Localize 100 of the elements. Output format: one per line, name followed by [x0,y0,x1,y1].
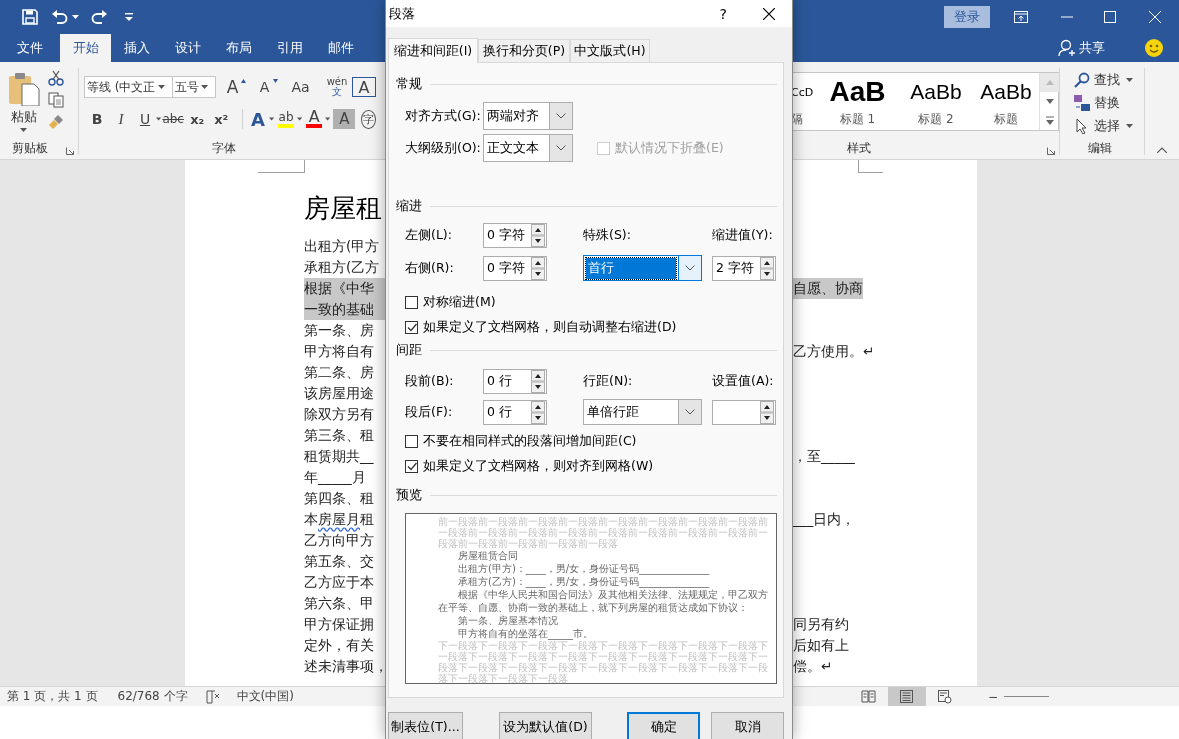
spin-field[interactable]: 0 字符 [483,255,547,281]
text-line: 乙方应于本 [304,573,375,592]
text-line: 后如有上 [793,636,849,655]
dialog-tab[interactable]: 中文版式(H) [570,39,650,62]
dialog-button[interactable]: 确定 [627,712,700,739]
dropdown-field[interactable]: 首行 [583,255,702,281]
highlight-button[interactable]: ab [277,108,296,130]
share-button[interactable]: 共享 [1079,39,1105,57]
person-add-icon[interactable] [1058,39,1076,57]
dialog-launcher-icon[interactable] [1047,147,1055,155]
dropdown-field[interactable]: 正文文本 [483,134,573,162]
close-icon[interactable] [763,7,775,20]
spin-buttons-icon[interactable] [531,400,545,424]
spin-field[interactable]: 0 字符 [483,223,547,248]
subscript-button[interactable]: x₂ [188,108,207,130]
character-border-button[interactable]: A [352,77,376,97]
caret-icon [325,117,331,121]
select-button[interactable]: 选择 [1074,117,1144,135]
ribbon-tab[interactable]: 设计 [162,34,213,62]
grow-font-button[interactable]: A [223,76,242,98]
view-button[interactable] [887,687,926,706]
collapse-ribbon-icon[interactable] [1157,147,1167,153]
shrink-font-button[interactable]: A [255,76,274,98]
ribbon-tab[interactable]: 邮件 [315,34,366,62]
chevron-down-icon [556,145,566,151]
ribbon-tab[interactable]: 开始 [60,34,111,62]
proofing-book-icon[interactable] [205,689,220,704]
undo-icon[interactable] [52,10,68,24]
chevron-down-icon [556,113,566,119]
checkbox[interactable] [405,320,418,334]
dialog-tab[interactable]: 换行和分页(P) [478,39,570,62]
crop-mark [258,160,305,173]
redo-icon[interactable] [91,10,107,24]
language-indicator[interactable]: 中文(中国) [236,688,294,705]
replace-button[interactable]: 替换 [1074,94,1144,112]
bold-button[interactable]: B [88,108,106,130]
spin-field[interactable]: 0 行 [483,399,547,425]
dialog-button[interactable]: 设为默认值(D) [499,712,592,739]
font-color-button[interactable]: A [305,108,324,130]
brush-icon[interactable] [48,114,64,130]
italic-button[interactable]: I [112,108,130,130]
caret-icon [72,15,79,19]
style-item[interactable]: AaBb 标题 [973,73,1039,130]
word-count[interactable]: 62/768 个字 [117,688,188,705]
checkbox[interactable] [405,459,418,473]
ribbon-display-icon[interactable] [1014,11,1028,23]
spin-field[interactable]: 0 行 [483,369,547,394]
preview-text: 甲方将自有的坐落在_____市。 [457,627,593,640]
font-name-field[interactable]: 等线 (中文正 [84,76,173,98]
section-heading: 缩进 [396,197,422,215]
text-line: 甲方保证拥 [304,615,375,634]
field-label: 右侧(R): [405,259,455,277]
help-button[interactable]: ? [719,5,727,22]
checkbox[interactable] [405,295,418,309]
underline-button[interactable]: U [136,108,154,130]
font-size-field[interactable]: 五号 [172,76,216,98]
spin-field[interactable]: 2 字符 [712,255,776,281]
field-label: 缩进值(Y): [712,227,774,244]
style-item[interactable]: AaBb 标题 2 [899,73,973,130]
save-icon[interactable] [22,9,38,25]
dropdown-field[interactable]: 单倍行距 [583,399,702,425]
scissors-icon[interactable] [48,70,64,86]
text-line: 第五条、交 [304,552,375,571]
spin-buttons-icon[interactable] [531,224,545,247]
spin-buttons-icon[interactable] [760,400,774,424]
maximize-icon[interactable] [1104,11,1116,23]
superscript-button[interactable]: x² [212,108,231,130]
dialog-button[interactable]: 制表位(T)... [388,712,463,739]
spin-buttons-icon[interactable] [531,256,545,280]
dialog-button[interactable]: 取消 [711,712,784,739]
text-effects-button[interactable]: A [248,108,267,130]
ribbon-tab[interactable]: 插入 [111,34,162,62]
phonetic-guide-button[interactable]: wén 文 [328,76,346,98]
dialog-tab[interactable]: 缩进和间距(I) [388,38,478,63]
text-line: 同另有约 [793,615,849,634]
style-item[interactable]: AaB 标题 1 [816,73,899,130]
text-line: 租赁期共__ [304,447,375,466]
find-button[interactable]: 查找 [1074,71,1144,89]
customize-icon[interactable] [125,13,133,21]
smiley-icon[interactable] [1145,39,1163,57]
character-shading-button[interactable]: A [333,109,356,129]
check-icon [406,461,417,471]
strikethrough-button[interactable]: abc [164,108,183,130]
chevron-down-icon [685,409,695,415]
dialog-launcher-icon[interactable] [66,147,74,155]
ribbon-tab[interactable]: 布局 [213,34,264,62]
ribbon-tab[interactable]: 文件 [0,34,60,62]
change-case-button[interactable]: Aa [291,76,310,98]
spin-buttons-icon[interactable] [760,256,774,280]
spin-buttons-icon[interactable] [531,370,545,393]
dropdown-field[interactable]: 两端对齐 [483,102,573,130]
down-triangle-icon [272,79,278,83]
spin-field[interactable] [712,399,776,425]
ribbon-tab[interactable]: 引用 [264,34,315,62]
group-label: 编辑 [1088,139,1112,157]
paste-button[interactable]: 粘贴 [0,62,48,138]
sign-in-button[interactable]: 登录 [944,6,990,28]
checkbox[interactable] [405,434,418,448]
zoom-out-button[interactable]: − [987,689,998,704]
copy-icon[interactable] [48,92,64,108]
